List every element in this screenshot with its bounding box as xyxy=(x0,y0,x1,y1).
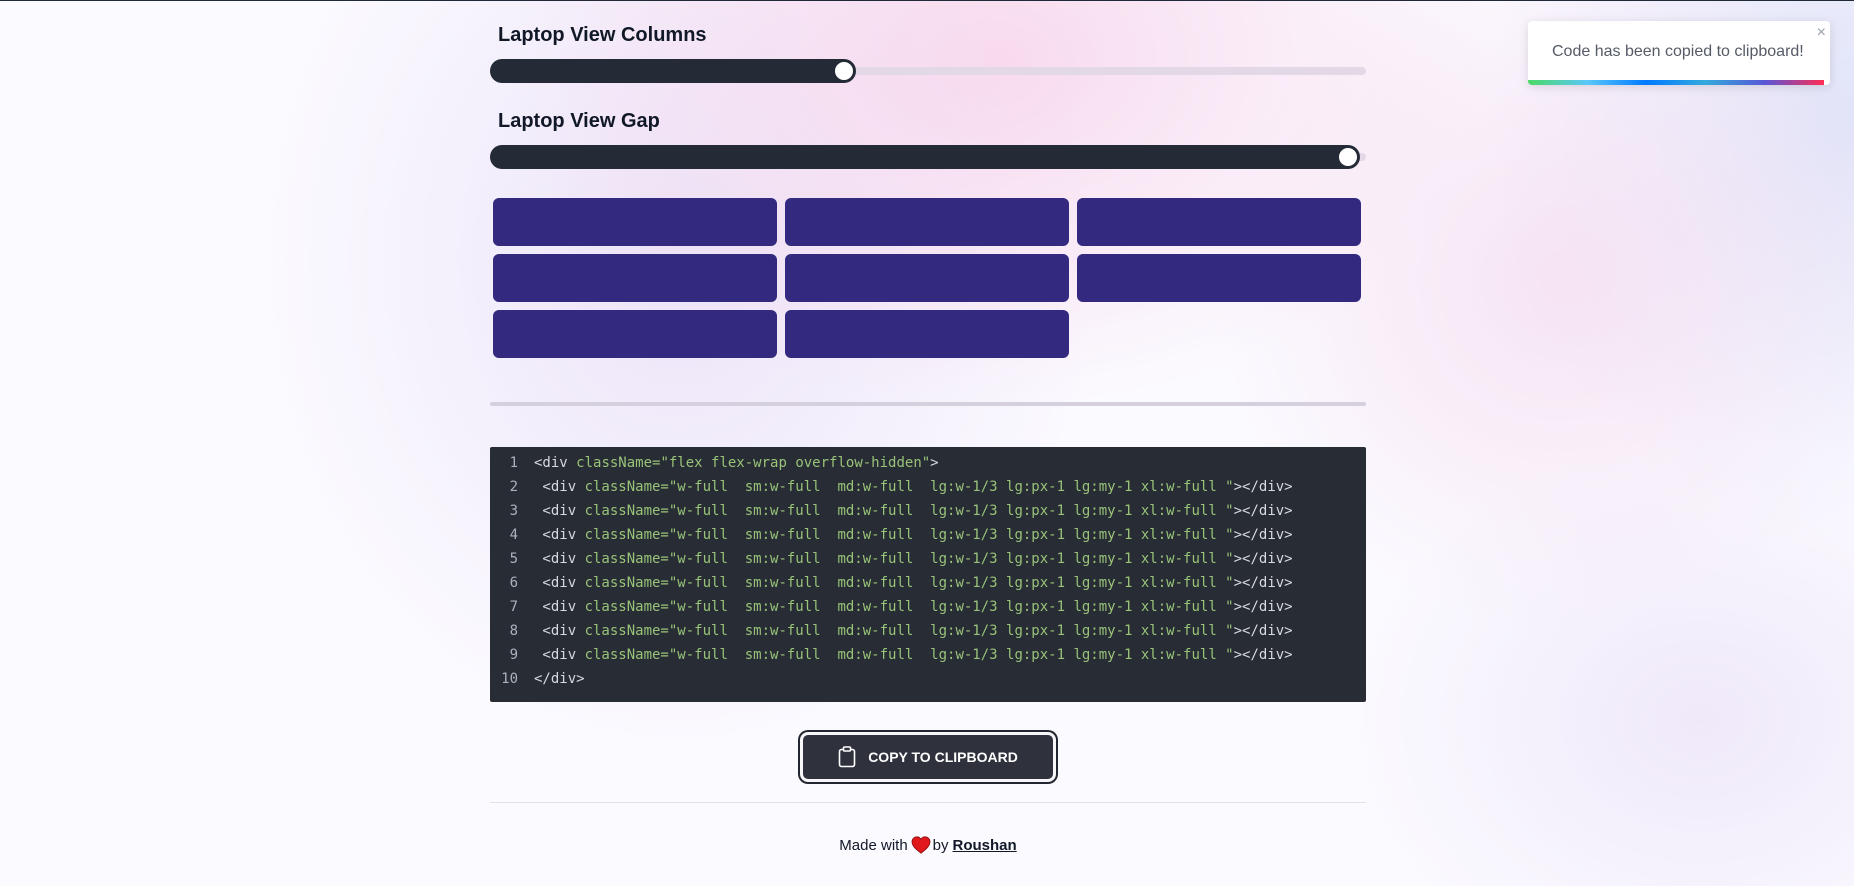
line-number: 9 xyxy=(509,647,518,663)
line-number: 1 xyxy=(509,455,518,471)
preview-box xyxy=(785,310,1069,358)
preview-box xyxy=(1077,254,1361,302)
line-number: 6 xyxy=(509,575,518,591)
code-token: <div xyxy=(534,647,585,663)
preview-box xyxy=(1077,198,1361,246)
code-block: 1 <div className="flex flex-wrap overflow… xyxy=(490,447,1366,702)
toast-notification: Code has been copied to clipboard! × xyxy=(1528,21,1830,85)
clipboard-icon xyxy=(838,746,856,768)
columns-slider[interactable] xyxy=(490,59,1366,83)
code-token: "w-full sm:w-full md:w-full lg:w-1/3 lg:… xyxy=(668,647,1234,663)
code-token: "flex flex-wrap overflow-hidden" xyxy=(660,455,931,471)
heart-icon xyxy=(911,836,931,854)
line-number: 10 xyxy=(501,671,518,687)
code-line: 3 <div className="w-full sm:w-full md:w-… xyxy=(490,499,1293,523)
code-token: ></div> xyxy=(1233,503,1293,519)
code-token: className= xyxy=(584,647,669,663)
code-line: 1 <div className="flex flex-wrap overflow… xyxy=(490,451,939,475)
toast-close-icon[interactable]: × xyxy=(1817,25,1826,41)
code-token: className= xyxy=(584,551,669,567)
code-token: <div xyxy=(534,599,585,615)
footer-prefix: Made with xyxy=(839,836,908,854)
gap-slider[interactable] xyxy=(490,145,1366,169)
code-token: <div xyxy=(534,479,585,495)
preview-box xyxy=(493,310,777,358)
columns-slider-thumb[interactable] xyxy=(833,60,855,82)
code-token: "w-full sm:w-full md:w-full lg:w-1/3 lg:… xyxy=(668,479,1234,495)
line-number: 3 xyxy=(509,503,518,519)
code-token: ></div> xyxy=(1233,575,1293,591)
footer-divider xyxy=(490,802,1366,803)
copy-button-label: COPY TO CLIPBOARD xyxy=(868,749,1018,765)
code-token: ></div> xyxy=(1233,479,1293,495)
code-token: </div> xyxy=(534,671,585,687)
gap-slider-thumb[interactable] xyxy=(1337,146,1359,168)
code-line: 10 </div> xyxy=(490,667,585,691)
gap-slider-fill xyxy=(490,145,1360,169)
author-link[interactable]: Roushan xyxy=(953,837,1017,854)
columns-slider-fill xyxy=(490,59,856,83)
code-token: ></div> xyxy=(1233,647,1293,663)
code-line: 9 <div className="w-full sm:w-full md:w-… xyxy=(490,643,1293,667)
preview-box xyxy=(493,198,777,246)
code-line: 2 <div className="w-full sm:w-full md:w-… xyxy=(490,475,1293,499)
section-divider xyxy=(490,402,1366,406)
code-token: "w-full sm:w-full md:w-full lg:w-1/3 lg:… xyxy=(668,623,1234,639)
code-token: className= xyxy=(576,455,661,471)
line-number: 2 xyxy=(509,479,518,495)
preview-box xyxy=(493,254,777,302)
columns-label: Laptop View Columns xyxy=(498,24,707,46)
code-token: ></div> xyxy=(1233,599,1293,615)
top-border xyxy=(0,0,1854,1)
code-token: "w-full sm:w-full md:w-full lg:w-1/3 lg:… xyxy=(668,527,1234,543)
toast-progress-bar xyxy=(1528,80,1824,85)
code-line: 8 <div className="w-full sm:w-full md:w-… xyxy=(490,619,1293,643)
code-token: <div xyxy=(534,551,585,567)
code-token: className= xyxy=(584,527,669,543)
code-token: ></div> xyxy=(1233,551,1293,567)
code-token: className= xyxy=(584,479,669,495)
footer-by: by xyxy=(932,836,949,854)
code-token: <div xyxy=(534,503,585,519)
code-line: 5 <div className="w-full sm:w-full md:w-… xyxy=(490,547,1293,571)
code-token: className= xyxy=(584,623,669,639)
footer: Made with by Roushan xyxy=(490,836,1366,854)
code-token: > xyxy=(930,455,939,471)
code-token: className= xyxy=(584,575,669,591)
code-token: <div xyxy=(534,575,585,591)
code-token: "w-full sm:w-full md:w-full lg:w-1/3 lg:… xyxy=(668,575,1234,591)
code-token: ></div> xyxy=(1233,623,1293,639)
code-token: <div xyxy=(534,623,585,639)
code-token: "w-full sm:w-full md:w-full lg:w-1/3 lg:… xyxy=(668,599,1234,615)
line-number: 4 xyxy=(509,527,518,543)
preview-box xyxy=(785,254,1069,302)
toast-message: Code has been copied to clipboard! xyxy=(1552,43,1804,60)
code-token: <div xyxy=(534,527,585,543)
line-number: 8 xyxy=(509,623,518,639)
code-token: <div xyxy=(534,455,577,471)
line-number: 5 xyxy=(509,551,518,567)
line-number: 7 xyxy=(509,599,518,615)
preview-box xyxy=(785,198,1069,246)
code-token: className= xyxy=(584,503,669,519)
code-token: "w-full sm:w-full md:w-full lg:w-1/3 lg:… xyxy=(668,503,1234,519)
code-line: 4 <div className="w-full sm:w-full md:w-… xyxy=(490,523,1293,547)
code-token: "w-full sm:w-full md:w-full lg:w-1/3 lg:… xyxy=(668,551,1234,567)
code-line: 7 <div className="w-full sm:w-full md:w-… xyxy=(490,595,1293,619)
gap-label: Laptop View Gap xyxy=(498,110,660,132)
copy-to-clipboard-button[interactable]: COPY TO CLIPBOARD xyxy=(800,732,1056,782)
code-token: ></div> xyxy=(1233,527,1293,543)
code-token: className= xyxy=(584,599,669,615)
code-line: 6 <div className="w-full sm:w-full md:w-… xyxy=(490,571,1293,595)
